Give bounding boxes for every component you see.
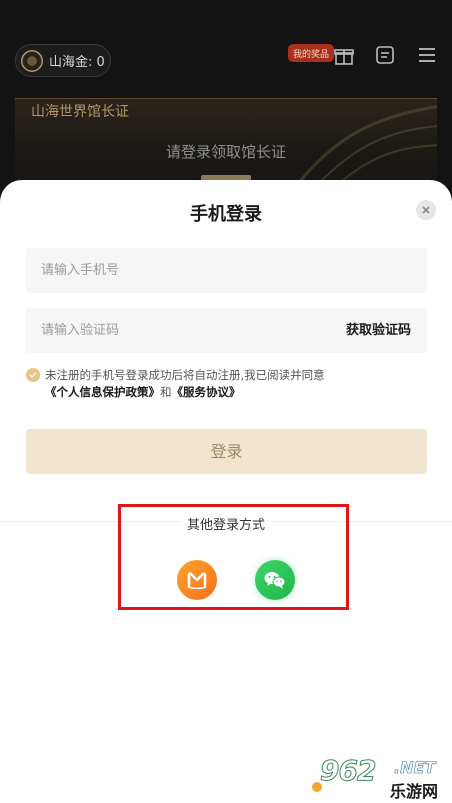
watermark-domain: .NET <box>394 758 436 778</box>
login-button[interactable]: 登录 <box>26 429 427 474</box>
wechat-login-button[interactable] <box>255 560 295 600</box>
phone-login-sheet: 手机登录 获取验证码 未注册的手机号登录成功后将自动注册,我已阅读并同意《个人信… <box>0 180 452 803</box>
coin-balance-pill[interactable]: 山海金: 0 <box>15 44 111 77</box>
certificate-subtitle: 请登录领取馆长证 <box>165 143 286 161</box>
coin-icon <box>21 49 43 72</box>
phone-input[interactable] <box>26 248 427 293</box>
top-bar: 山海金: 0 我的奖品 <box>0 0 452 110</box>
certificate-title: 山海世界馆长证 <box>31 104 129 120</box>
service-agreement-link[interactable]: 《服务协议》 <box>172 385 241 399</box>
migu-login-button[interactable] <box>177 560 217 600</box>
sheet-title: 手机登录 <box>190 204 262 225</box>
privacy-policy-link[interactable]: 《个人信息保护政策》 <box>45 385 160 399</box>
agreement-checkbox[interactable] <box>26 368 40 382</box>
coin-balance-label: 山海金: 0 <box>49 55 105 70</box>
code-field-container: 获取验证码 <box>26 308 427 353</box>
close-button[interactable] <box>416 200 436 220</box>
watermark-site-name: 乐游网 <box>390 782 439 801</box>
check-icon <box>29 372 37 378</box>
migu-logo-icon <box>187 572 207 589</box>
phone-field-container <box>26 248 427 293</box>
my-rewards-badge[interactable]: 我的奖品 <box>288 44 334 62</box>
other-login-methods-label: 其他登录方式 <box>180 518 271 533</box>
watermark: 962 .NET 乐游网 <box>312 752 452 803</box>
get-code-button[interactable]: 获取验证码 <box>346 308 411 353</box>
other-login-methods-title: 其他登录方式 <box>0 514 452 533</box>
close-icon <box>422 206 430 214</box>
watermark-number: 962 <box>319 754 376 788</box>
menu-icon[interactable] <box>416 44 438 66</box>
agreement-text: 未注册的手机号登录成功后将自动注册,我已阅读并同意《个人信息保护政策》和《服务协… <box>45 367 435 401</box>
note-icon[interactable] <box>374 44 396 66</box>
gift-icon[interactable] <box>333 44 355 66</box>
agreement-prefix: 未注册的手机号登录成功后将自动注册,我已阅读并同意 <box>45 368 325 382</box>
agreement-and: 和 <box>160 385 172 399</box>
wechat-icon <box>264 572 286 589</box>
